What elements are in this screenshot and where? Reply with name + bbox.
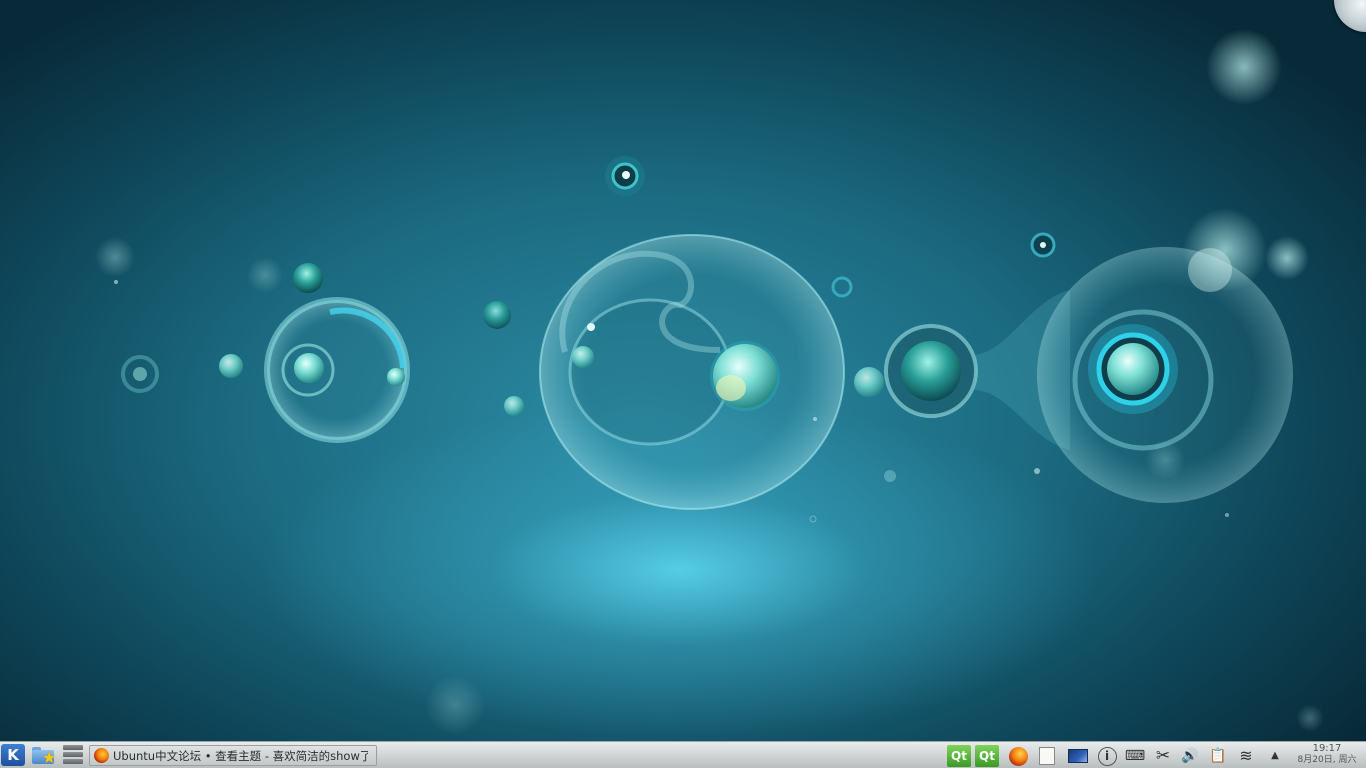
desktop-stack-icon[interactable] (62, 744, 84, 766)
bubble-small (1040, 242, 1046, 248)
bubble-small (831, 276, 853, 298)
clock-date: 8月20日, 周六 (1297, 755, 1357, 765)
bubble-sphere (901, 341, 961, 401)
folder-star-icon[interactable]: ★ (30, 744, 56, 766)
info-icon[interactable]: i (1095, 745, 1119, 767)
taskbar-item-title: Ubuntu中文论坛 • 查看主题 - 喜欢简洁的show了 (113, 749, 368, 763)
clock[interactable]: 19:17 8月20日, 周六 (1291, 742, 1363, 768)
blur-blob (1206, 29, 1282, 105)
blur-blob (425, 675, 485, 735)
qt-assistant-icon[interactable]: Qt (947, 745, 971, 767)
display-icon[interactable] (1066, 745, 1090, 767)
wallpaper-bubbles (95, 29, 1324, 735)
bubble-small (854, 367, 884, 397)
stack-bar (63, 752, 83, 757)
keyboard-icon[interactable]: ⌨ (1123, 745, 1147, 767)
scissors-icon[interactable]: ✂ (1151, 745, 1175, 767)
bubble-ring-left (264, 297, 410, 443)
bubble-sphere (1107, 343, 1159, 395)
bubble-speck (114, 280, 118, 284)
clipboard-icon[interactable]: 📋 (1206, 745, 1230, 767)
bubble-small (219, 354, 243, 378)
bubble-small (483, 301, 511, 329)
desktop-background[interactable] (0, 0, 1366, 741)
bubble-speck (809, 515, 817, 523)
bubble-sphere-shine (716, 375, 746, 401)
blur-blob (1296, 704, 1324, 732)
bubble-speck (1034, 468, 1040, 474)
firefox-icon (94, 748, 109, 763)
kde-kickoff-icon[interactable]: K (1, 744, 25, 766)
bubble-small (572, 346, 594, 368)
bubble-small (133, 367, 147, 381)
firefox-icon[interactable] (1006, 745, 1030, 767)
bubble-speck (1225, 513, 1229, 517)
tray-expand-icon[interactable]: ▲ (1263, 745, 1287, 767)
bubble-small (587, 323, 595, 331)
wifi-icon[interactable]: ≋ (1234, 745, 1258, 767)
bubble-speck (884, 470, 896, 482)
blur-blob (1265, 236, 1309, 280)
bubble-sphere (294, 353, 324, 383)
notes-icon[interactable] (1035, 745, 1059, 767)
bubble-small (504, 396, 524, 416)
bubble-small (293, 263, 323, 293)
bubble-speck (813, 417, 817, 421)
volume-icon[interactable]: 🔊 (1178, 745, 1202, 767)
blur-blob (95, 237, 135, 277)
bubble-small (622, 171, 630, 179)
bubble-small (1188, 248, 1232, 292)
qt-designer-icon[interactable]: Qt (975, 745, 999, 767)
bubble-cell-hole (568, 298, 732, 446)
bubble-sphere (387, 368, 405, 386)
blur-blob (247, 257, 283, 293)
taskbar-item-firefox[interactable]: Ubuntu中文论坛 • 查看主题 - 喜欢简洁的show了 (89, 745, 377, 766)
star-icon: ★ (42, 748, 57, 767)
stack-bar (63, 745, 83, 750)
kde-panel: K ★ Ubuntu中文论坛 • 查看主题 - 喜欢简洁的show了 Qt Qt… (0, 741, 1366, 768)
clock-time: 19:17 (1312, 743, 1342, 754)
stack-bar (63, 759, 83, 764)
